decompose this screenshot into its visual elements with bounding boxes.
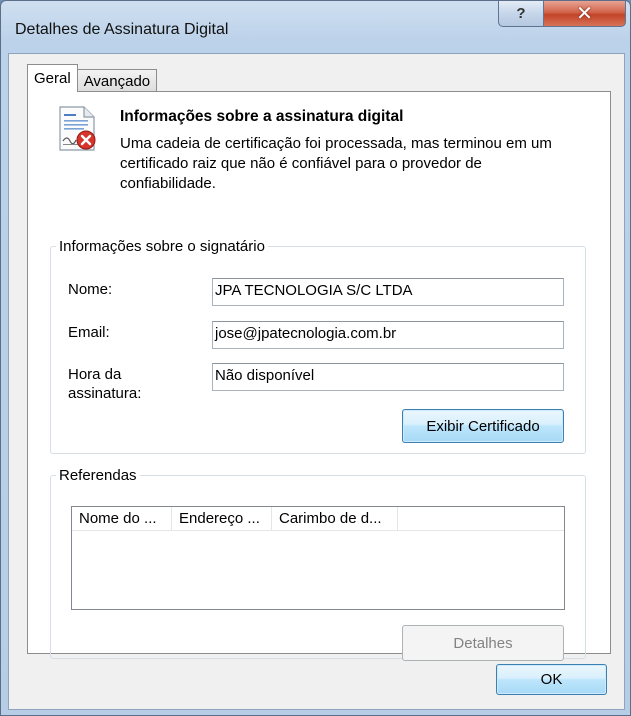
email-label: Email: (68, 324, 110, 341)
dialog-window: Detalhes de Assinatura Digital ? ✕ Geral… (0, 0, 631, 716)
signing-time-label-line2: assinatura: (68, 385, 142, 402)
name-field[interactable]: JPA TECNOLOGIA S/C LTDA (212, 278, 564, 306)
close-icon: ✕ (576, 3, 593, 25)
info-description: Uma cadeia de certificação foi processad… (120, 135, 552, 192)
references-list[interactable]: Nome do ... Endereço ... Carimbo de d... (71, 506, 565, 610)
help-icon: ? (516, 5, 526, 22)
column-header-timestamp[interactable]: Carimbo de d... (272, 507, 398, 531)
column-header-name[interactable]: Nome do ... (72, 507, 172, 531)
signing-time-field[interactable]: Não disponível (212, 363, 564, 391)
title-bar[interactable]: Detalhes de Assinatura Digital ? ✕ (1, 1, 630, 49)
tab-panel-geral: Informações sobre a assinatura digital U… (27, 91, 611, 661)
window-title: Detalhes de Assinatura Digital (15, 21, 229, 38)
view-certificate-button[interactable]: Exibir Certificado (402, 409, 564, 443)
references-list-header: Nome do ... Endereço ... Carimbo de d... (72, 507, 564, 531)
references-group: Referendas Nome do ... Endereço ... Cari… (50, 467, 586, 661)
tab-strip: Geral Avançado (27, 64, 158, 92)
certificate-error-icon (59, 106, 96, 151)
details-button[interactable]: Detalhes (402, 625, 564, 661)
info-title: Informações sobre a assinatura digital (120, 108, 404, 125)
references-legend: Referendas (59, 467, 137, 484)
signer-info-group: Informações sobre o signatário Nome: JPA… (50, 238, 586, 454)
signing-time-label-line1: Hora da (68, 366, 122, 383)
close-button[interactable]: ✕ (544, 1, 626, 27)
dialog-client-area: Geral Avançado Informações sobre a assin… (8, 53, 625, 710)
tab-geral[interactable]: Geral (27, 64, 78, 92)
title-buttons: ? ✕ (498, 1, 626, 31)
tab-avancado[interactable]: Avançado (76, 69, 158, 92)
email-field[interactable]: jose@jpatecnologia.com.br (212, 321, 564, 349)
signer-info-legend: Informações sobre o signatário (59, 238, 265, 255)
help-button[interactable]: ? (498, 1, 544, 27)
column-header-address[interactable]: Endereço ... (172, 507, 272, 531)
ok-button[interactable]: OK (496, 664, 607, 695)
signing-time-label: Hora da assinatura: (68, 365, 141, 403)
name-label: Nome: (68, 281, 113, 298)
